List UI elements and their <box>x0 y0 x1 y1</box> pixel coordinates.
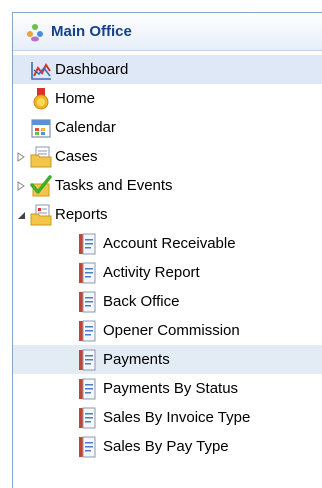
report-icon <box>76 320 98 342</box>
panel-header[interactable]: Main Office <box>13 13 322 51</box>
report-icon <box>76 233 98 255</box>
report-icon <box>76 349 98 371</box>
expand-arrow-icon[interactable] <box>16 181 26 191</box>
expand-arrow-icon[interactable] <box>16 152 26 162</box>
tree-item-opener-commission[interactable]: Opener Commission <box>13 316 322 345</box>
tree-item-reports[interactable]: Reports <box>13 200 322 229</box>
tree-item-label: Opener Commission <box>103 322 240 339</box>
tree-item-label: Cases <box>55 148 98 165</box>
tree-item-cases[interactable]: Cases <box>13 142 322 171</box>
tree-item-tasks-and-events[interactable]: Tasks and Events <box>13 171 322 200</box>
report-icon <box>76 262 98 284</box>
tree-item-home[interactable]: Home <box>13 84 322 113</box>
people-group-icon <box>25 22 45 42</box>
tree-item-sales-by-invoice-type[interactable]: Sales By Invoice Type <box>13 403 322 432</box>
tree-item-back-office[interactable]: Back Office <box>13 287 322 316</box>
report-icon <box>76 436 98 458</box>
tree-item-sales-by-pay-type[interactable]: Sales By Pay Type <box>13 432 322 461</box>
folder-document-icon <box>30 146 52 168</box>
tree-item-calendar[interactable]: Calendar <box>13 113 322 142</box>
report-icon <box>76 407 98 429</box>
report-icon <box>76 378 98 400</box>
tree-item-account-receivable[interactable]: Account Receivable <box>13 229 322 258</box>
tree-item-label: Payments By Status <box>103 380 239 397</box>
tree-item-label: Reports <box>55 206 108 223</box>
tree-item-label: Activity Report <box>103 264 200 281</box>
tree-item-label: Calendar <box>55 119 116 136</box>
calendar-icon <box>30 117 52 139</box>
tree-item-label: Tasks and Events <box>55 177 173 194</box>
tree-item-label: Back Office <box>103 293 180 310</box>
tree-item-dashboard[interactable]: Dashboard <box>13 55 322 84</box>
tree-item-label: Sales By Invoice Type <box>103 409 251 426</box>
report-icon <box>76 291 98 313</box>
checkmark-icon <box>30 175 52 197</box>
tree-item-label: Payments <box>103 351 170 368</box>
report-folder-icon <box>30 204 52 226</box>
collapse-arrow-icon[interactable] <box>16 210 26 220</box>
tree-item-payments-by-status[interactable]: Payments By Status <box>13 374 322 403</box>
tree-item-label: Home <box>55 90 96 107</box>
tree-item-payments[interactable]: Payments <box>13 345 322 374</box>
tree-item-activity-report[interactable]: Activity Report <box>13 258 322 287</box>
tree-item-label: Account Receivable <box>103 235 236 252</box>
dashboard-chart-icon <box>30 59 52 81</box>
home-medal-icon <box>30 88 52 110</box>
panel-title: Main Office <box>51 23 132 40</box>
tree-item-label: Sales By Pay Type <box>103 438 229 455</box>
main-office-panel: Main Office Dashboard Home Calendar Case… <box>12 12 322 488</box>
tree-item-label: Dashboard <box>55 61 129 78</box>
